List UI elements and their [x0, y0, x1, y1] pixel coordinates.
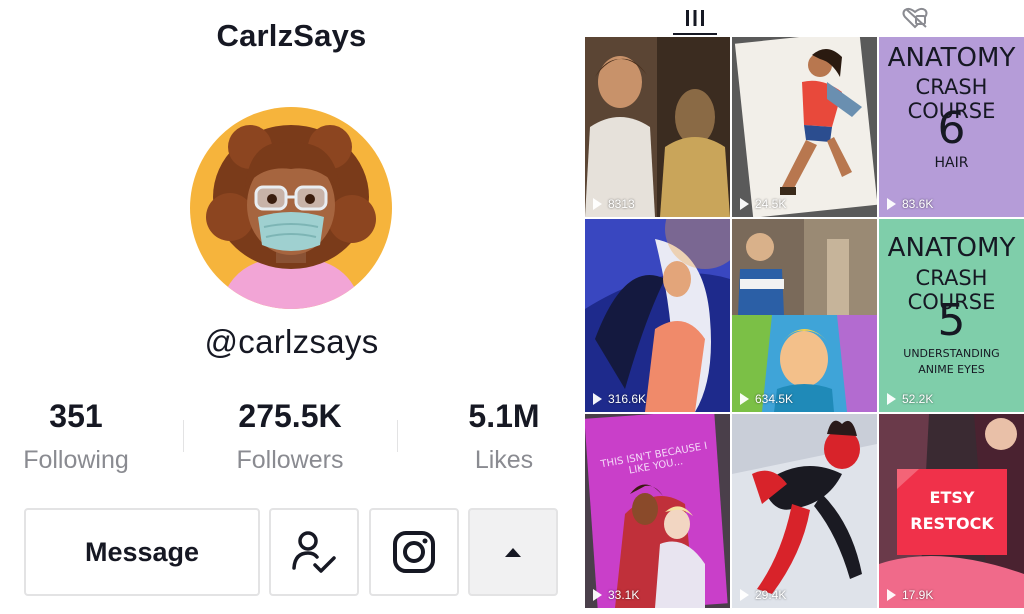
video-thumbnail	[585, 37, 730, 217]
view-count: 316.6K	[593, 392, 646, 406]
video-thumbnail	[732, 414, 877, 608]
stat-following[interactable]: 351 Following	[0, 396, 166, 480]
video-thumbnail	[585, 219, 730, 412]
liked-heart-icon	[902, 7, 928, 29]
message-button[interactable]: Message	[24, 508, 260, 596]
view-count: 83.6K	[887, 197, 933, 211]
view-count: 634.5K	[740, 392, 793, 406]
tab-videos[interactable]	[673, 0, 717, 36]
view-count: 24.5K	[740, 197, 786, 211]
tab-liked[interactable]	[893, 0, 937, 36]
avatar-illustration	[190, 107, 392, 309]
stat-divider	[183, 420, 184, 452]
more-options-button[interactable]	[468, 508, 558, 596]
instagram-icon	[393, 531, 435, 573]
stat-followers-label: Followers	[236, 446, 344, 474]
video-tile[interactable]: 634.5K	[732, 219, 877, 412]
play-icon	[593, 198, 602, 210]
person-check-icon	[292, 531, 336, 573]
poster-number: 5	[937, 295, 966, 346]
video-thumbnail	[732, 37, 877, 217]
stat-likes[interactable]: 5.1M Likes	[414, 396, 594, 480]
poster-topic: UNDERSTANDING	[903, 347, 1000, 360]
video-tile[interactable]: 316.6K	[585, 219, 730, 412]
caret-up-icon	[505, 548, 521, 557]
play-icon	[740, 393, 749, 405]
instagram-button[interactable]	[369, 508, 459, 596]
etsy-label: ETSY	[929, 488, 975, 507]
play-icon	[740, 589, 749, 601]
poster-topic: HAIR	[934, 155, 969, 171]
poster-title: ANATOMY	[887, 233, 1016, 263]
avatar[interactable]	[190, 107, 392, 309]
play-icon	[887, 589, 896, 601]
poster-number: 6	[937, 103, 966, 154]
view-count: 33.1K	[593, 588, 639, 602]
video-tile[interactable]: ANATOMY CRASH COURSE 5 UNDERSTANDING ANI…	[879, 219, 1024, 412]
play-icon	[740, 198, 749, 210]
restock-label: RESTOCK	[910, 514, 994, 533]
video-thumbnail	[732, 219, 877, 412]
view-count: 8313	[593, 197, 635, 211]
video-tile[interactable]: 8313	[585, 37, 730, 217]
profile-panel: CarlzSays @carlzsays 351 Following 275.5…	[0, 0, 583, 614]
video-tile[interactable]: 29.4K	[732, 414, 877, 608]
view-count: 17.9K	[887, 588, 933, 602]
stat-likes-label: Likes	[474, 446, 534, 474]
video-tile[interactable]: THIS ISN'T BECAUSE I LIKE YOU... 33.1K	[585, 414, 730, 608]
video-tile[interactable]: 24.5K	[732, 37, 877, 217]
stat-following-label: Following	[23, 446, 129, 474]
active-tab-indicator	[673, 33, 717, 35]
view-count: 29.4K	[740, 588, 786, 602]
grid-videos-icon	[686, 10, 704, 26]
stat-divider	[397, 420, 398, 452]
profile-handle: @carlzsays	[204, 323, 379, 360]
view-count: 52.2K	[887, 392, 933, 406]
poster-topic-line2: ANIME EYES	[918, 363, 985, 376]
stat-likes-value: 5.1M	[468, 398, 540, 434]
play-icon	[887, 198, 896, 210]
play-icon	[887, 393, 896, 405]
stat-followers[interactable]: 275.5K Followers	[200, 396, 380, 480]
stat-following-value: 351	[49, 398, 103, 434]
play-icon	[593, 393, 602, 405]
video-thumbnail	[879, 414, 1024, 608]
following-status-button[interactable]	[269, 508, 359, 596]
profile-title: CarlzSays	[216, 18, 367, 53]
video-tile[interactable]: ETSY RESTOCK 17.9K	[879, 414, 1024, 608]
play-icon	[593, 589, 602, 601]
poster-title: ANATOMY	[887, 43, 1016, 73]
video-grid-panel: 8313 24.5K ANATOMY CRASH COURSE 6 HAIR 8…	[585, 0, 1024, 614]
video-tile[interactable]: ANATOMY CRASH COURSE 6 HAIR 83.6K	[879, 37, 1024, 217]
stat-followers-value: 275.5K	[238, 398, 342, 434]
